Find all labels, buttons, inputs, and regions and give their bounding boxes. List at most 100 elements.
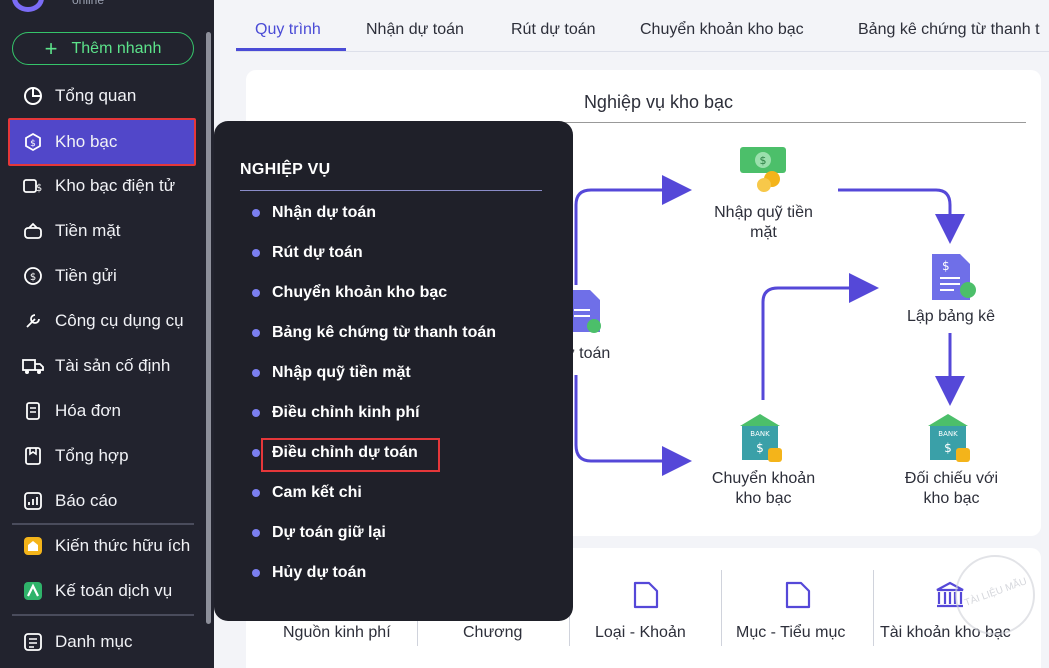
sidebar: online + Thêm nhanh Tổng quan $ Kho bạc … (0, 0, 214, 668)
treasury-icon: $ (22, 131, 44, 153)
svg-text:BANK: BANK (750, 430, 770, 438)
bank-reconcile-icon: BANK $ (928, 414, 970, 462)
quick-add-label: Thêm nhanh (71, 39, 162, 57)
sidebar-item-kho-bac-dien-tu[interactable]: $ Kho bạc điện tử (10, 166, 194, 206)
sidebar-item-tien-gui[interactable]: $ Tiền gửi (10, 256, 194, 296)
menu-item-huy-du-toan[interactable]: Hủy dự toán (252, 564, 366, 582)
sidebar-item-tien-mat[interactable]: Tiền mặt (10, 211, 194, 251)
node-label-line: Chuyển khoản (711, 470, 816, 487)
sidebar-item-label: Tổng quan (55, 86, 137, 105)
bullet-icon (252, 329, 260, 337)
category-muc-tieu-muc[interactable]: Mục - Tiểu mục (736, 624, 845, 642)
sidebar-item-cong-cu[interactable]: Công cụ dụng cụ (10, 301, 194, 341)
deposit-icon: $ (22, 265, 44, 287)
bullet-icon (252, 249, 260, 257)
menu-item-label: Hủy dự toán (272, 564, 367, 581)
tab-bang-ke[interactable]: Bảng kê chứng từ thanh t (858, 21, 1040, 39)
sidebar-divider (12, 523, 194, 525)
sidebar-item-label: Kế toán dịch vụ (55, 581, 173, 600)
menu-item-label: Cam kết chi (272, 484, 362, 501)
tab-bar: Quy trình Nhận dự toán Rút dự toán Chuyể… (236, 0, 1049, 52)
node-label-line: kho bạc (735, 490, 792, 507)
sidebar-item-ke-toan-dich-vu[interactable]: Kế toán dịch vụ (10, 571, 194, 611)
e-treasury-icon: $ (22, 175, 44, 197)
tab-rut-du-toan[interactable]: Rút dự toán (511, 21, 596, 39)
svg-text:$: $ (756, 441, 764, 455)
menu-item-du-toan-giu-lai[interactable]: Dự toán giữ lại (252, 524, 386, 542)
category-divider (721, 570, 722, 646)
app-logo[interactable] (12, 0, 44, 12)
sidebar-item-danh-muc[interactable]: Danh mục (10, 622, 194, 662)
menu-item-rut-du-toan[interactable]: Rút dự toán (252, 244, 363, 262)
svg-text:$: $ (36, 183, 42, 194)
sidebar-item-label: Tiền gửi (55, 266, 117, 285)
cash-bills-icon: $ (740, 147, 786, 192)
tab-quy-trinh[interactable]: Quy trình (255, 21, 321, 39)
bullet-icon (252, 209, 260, 217)
catalog-icon (22, 631, 44, 653)
bullet-icon (252, 569, 260, 577)
tab-chuyen-khoan[interactable]: Chuyển khoản kho bạc (640, 21, 804, 39)
sidebar-item-label: Tổng hợp (55, 446, 129, 465)
plus-icon: + (44, 35, 58, 61)
sidebar-item-label: Công cụ dụng cụ (55, 311, 184, 330)
menu-item-label: Chuyển khoản kho bạc (272, 284, 448, 301)
bank-transfer-icon: BANK $ (740, 414, 782, 462)
sidebar-item-kho-bac[interactable]: $ Kho bạc (8, 118, 196, 166)
sidebar-item-label: Danh mục (55, 632, 133, 651)
menu-item-label: Nhập quỹ tiền mặt (272, 364, 411, 381)
folder-icon (785, 581, 811, 609)
logo-subtitle: online (72, 0, 105, 7)
menu-item-label: Điều chỉnh kinh phí (272, 404, 420, 421)
watermark-text: TÀI LIỆU MẪU (963, 576, 1029, 609)
sidebar-item-label: Kiến thức hữu ích (55, 536, 191, 555)
node-label-line: Lập bảng kê (906, 308, 996, 325)
popover-title: NGHIỆP VỤ (240, 161, 331, 178)
category-loai-khoan[interactable]: Loại - Khoản (595, 624, 686, 642)
node-label-line: mặt (750, 224, 777, 241)
sidebar-item-bao-cao[interactable]: Báo cáo (10, 481, 194, 521)
quick-add-button[interactable]: + Thêm nhanh (12, 32, 194, 65)
sidebar-item-hoa-don[interactable]: Hóa đơn (10, 391, 194, 431)
bullet-icon (252, 489, 260, 497)
svg-text:$: $ (760, 154, 767, 167)
node-nhan-du-toan[interactable]: ự toán (564, 344, 624, 364)
sidebar-item-kien-thuc[interactable]: Kiến thức hữu ích (10, 526, 194, 566)
sidebar-item-tong-hop[interactable]: Tổng hợp (10, 436, 194, 476)
node-nhap-quy-tien-mat[interactable]: Nhập quỹ tiền mặt (696, 203, 831, 243)
sidebar-item-label: Báo cáo (55, 491, 118, 510)
menu-item-dieu-chinh-kinh-phi[interactable]: Điều chỉnh kinh phí (252, 404, 420, 422)
sidebar-item-label: Tài sản cố định (55, 356, 171, 375)
sidebar-item-tai-san[interactable]: Tài sản cố định (10, 346, 194, 386)
category-divider (873, 570, 874, 646)
sidebar-scrollbar[interactable] (206, 32, 211, 624)
sidebar-item-label: Kho bạc (55, 132, 118, 151)
tab-nhan-du-toan[interactable]: Nhận dự toán (366, 21, 464, 39)
menu-item-label: Rút dự toán (272, 244, 363, 261)
node-label-line: Nhập quỹ tiền (714, 204, 813, 221)
nghiep-vu-popover: NGHIỆP VỤ Nhận dự toán Rút dự toán Chuyể… (214, 121, 573, 621)
menu-item-label: Bảng kê chứng từ thanh toán (272, 324, 497, 341)
menu-item-bang-ke[interactable]: Bảng kê chứng từ thanh toán (252, 324, 496, 342)
menu-item-chuyen-khoan-kho-bac[interactable]: Chuyển khoản kho bạc (252, 284, 447, 302)
node-doi-chieu-kho-bac[interactable]: Đối chiếu với kho bạc (884, 469, 1019, 509)
folder-icon (633, 581, 659, 609)
category-chuong[interactable]: Chương (463, 624, 522, 642)
tools-icon (22, 310, 44, 332)
active-tab-indicator (236, 48, 346, 51)
svg-text:$: $ (942, 259, 950, 273)
menu-item-cam-ket-chi[interactable]: Cam kết chi (252, 484, 362, 502)
svg-text:BANK: BANK (938, 430, 958, 438)
cash-icon (22, 220, 44, 242)
menu-item-nhan-du-toan[interactable]: Nhận dự toán (252, 204, 376, 222)
sidebar-divider (12, 614, 194, 616)
category-nguon-kinh-phi[interactable]: Nguồn kinh phí (283, 624, 391, 642)
summary-icon (22, 445, 44, 467)
menu-item-nhap-quy[interactable]: Nhập quỹ tiền mặt (252, 364, 411, 382)
sidebar-item-tong-quan[interactable]: Tổng quan (10, 76, 194, 116)
menu-item-label: Dự toán giữ lại (272, 524, 386, 541)
node-lap-bang-ke[interactable]: Lập bảng kê (886, 307, 1016, 327)
highlight-box (261, 438, 440, 472)
node-chuyen-khoan-kho-bac[interactable]: Chuyển khoản kho bạc (696, 469, 831, 509)
invoice-icon (22, 400, 44, 422)
